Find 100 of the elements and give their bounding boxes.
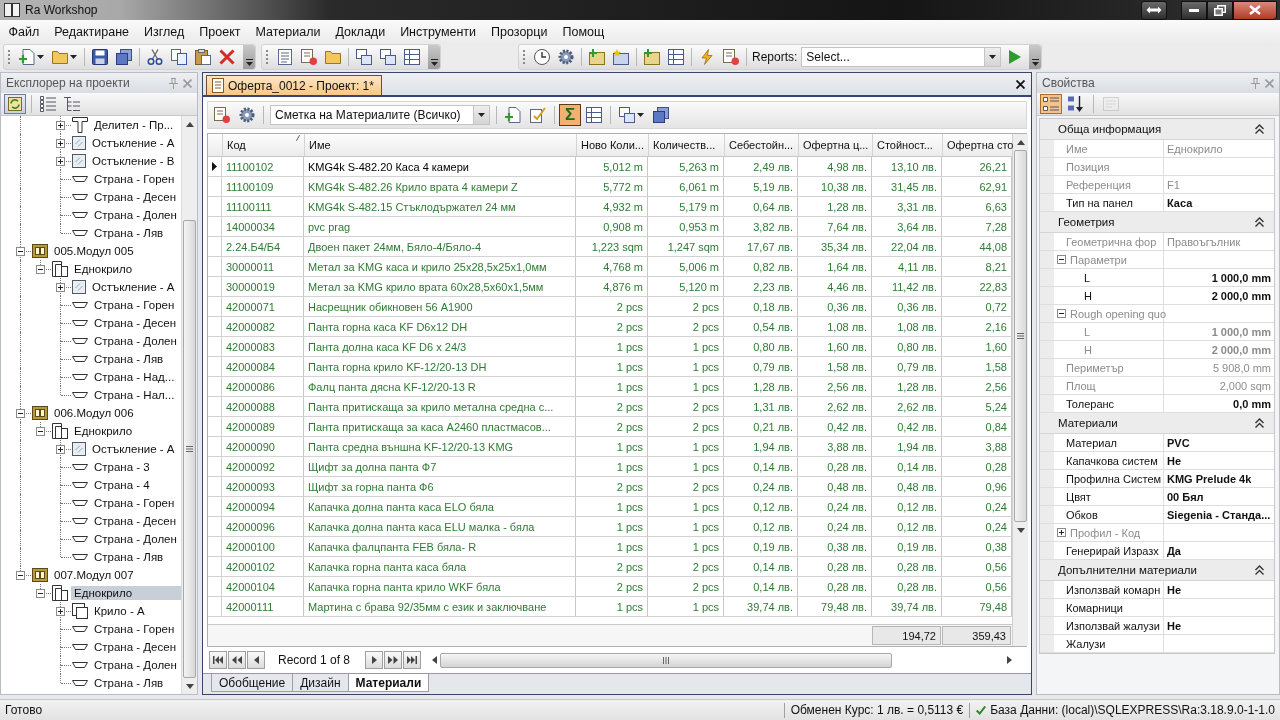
property-value[interactable]: KMG Prelude 4k: [1167, 472, 1252, 485]
collapse-icon[interactable]: [36, 265, 45, 274]
tree-item[interactable]: Страна - Ляв: [91, 550, 167, 564]
menu-item[interactable]: Инструменти: [392, 21, 484, 43]
tree-item[interactable]: Делител - Пр...: [91, 118, 177, 132]
expand-icon[interactable]: [56, 121, 65, 130]
tree-item[interactable]: Еднокрило: [71, 424, 136, 438]
menu-item[interactable]: Материали: [248, 21, 328, 43]
property-value[interactable]: PVC: [1167, 436, 1190, 449]
minimize-button[interactable]: [1181, 0, 1207, 20]
column-header[interactable]: Ново Коли...: [576, 134, 648, 156]
view-tab[interactable]: Материали: [347, 674, 430, 692]
tree-item[interactable]: Страна - Долен: [91, 658, 180, 672]
document-tab[interactable]: Оферта_0012 - Проект: 1*: [206, 75, 382, 95]
toolbar-button[interactable]: [37, 94, 59, 114]
tree-item[interactable]: Страна - 3: [91, 460, 153, 474]
scroll-thumb[interactable]: [1014, 150, 1027, 522]
tree-item[interactable]: Страна - Долен: [91, 532, 180, 546]
expand-icon[interactable]: [56, 445, 65, 454]
last-record-button[interactable]: [403, 651, 422, 669]
double-chevron-up-icon[interactable]: [1255, 217, 1264, 227]
expand-icon[interactable]: [56, 283, 65, 292]
tree-item[interactable]: Остъкление - А: [89, 280, 178, 294]
tree-item[interactable]: Страна - Над...: [91, 370, 178, 384]
category-header[interactable]: Допълнителни материали: [1040, 560, 1274, 581]
tree-item[interactable]: Еднокрило: [71, 586, 181, 600]
expand-icon[interactable]: [1057, 528, 1066, 537]
tree-item[interactable]: Страна - Нал...: [91, 388, 178, 402]
property-value[interactable]: Не: [1167, 454, 1182, 467]
tree-item[interactable]: Страна - Долен: [91, 208, 180, 222]
column-header[interactable]: Код: [222, 134, 304, 156]
dropdown-button[interactable]: [984, 48, 1001, 66]
expand-icon[interactable]: [56, 157, 65, 166]
property-value[interactable]: 2 000,0 mm: [1211, 343, 1271, 356]
tree-item[interactable]: Страна - 4: [91, 478, 153, 492]
double-chevron-up-icon[interactable]: [1255, 418, 1264, 428]
tree-item[interactable]: Остъкление - В: [89, 154, 178, 168]
property-value[interactable]: Не: [1167, 583, 1182, 596]
collapse-icon[interactable]: [1057, 255, 1066, 264]
column-header[interactable]: Количеств...: [648, 134, 724, 156]
column-header[interactable]: Себестойн...: [724, 134, 798, 156]
menu-item[interactable]: Изглед: [136, 21, 192, 43]
menu-item[interactable]: Файл: [1, 21, 47, 43]
vertical-scrollbar[interactable]: [181, 116, 197, 694]
expand-icon[interactable]: [56, 607, 65, 616]
property-value[interactable]: Да: [1167, 544, 1181, 557]
previous-page-button[interactable]: [228, 651, 246, 669]
view-tab[interactable]: Дизайн: [292, 674, 349, 692]
property-value[interactable]: 1 000,0 mm: [1211, 271, 1271, 284]
menu-item[interactable]: Прозорци: [483, 21, 555, 43]
menu-item[interactable]: Доклади: [327, 21, 393, 43]
category-header[interactable]: Геометрия: [1040, 212, 1274, 233]
collapse-icon[interactable]: [16, 409, 25, 418]
property-value[interactable]: Siegenia - Станда...: [1167, 508, 1271, 521]
category-header[interactable]: Обща информация: [1040, 119, 1274, 140]
tree-item[interactable]: 006.Модул 006: [51, 406, 137, 420]
menu-item[interactable]: Помощ: [554, 21, 612, 43]
tree-item[interactable]: Страна - Горен: [91, 622, 178, 636]
tree-item[interactable]: Страна - Десен: [91, 190, 179, 204]
menu-item[interactable]: Проект: [191, 21, 248, 43]
toolbar-button[interactable]: [61, 94, 83, 114]
tree-item[interactable]: Страна - Горен: [91, 172, 178, 186]
collapse-icon[interactable]: [16, 571, 25, 580]
next-record-button[interactable]: [365, 651, 384, 669]
close-button[interactable]: [1233, 0, 1277, 20]
view-tab[interactable]: Обобщение: [211, 674, 294, 692]
tree-item[interactable]: Еднокрило: [71, 262, 136, 276]
tree-item[interactable]: Страна - Долен: [91, 334, 180, 348]
property-value[interactable]: Еднокрило: [1167, 142, 1223, 155]
column-header[interactable]: Стойност...: [872, 134, 942, 156]
category-header[interactable]: Материали: [1040, 413, 1274, 434]
menu-item[interactable]: Редактиране: [46, 21, 137, 43]
property-value[interactable]: 2,000 sqm: [1219, 379, 1271, 392]
double-chevron-up-icon[interactable]: [1255, 124, 1264, 134]
resize-button[interactable]: [1141, 0, 1167, 20]
first-record-button[interactable]: [209, 651, 227, 669]
scroll-thumb[interactable]: [183, 220, 196, 678]
vertical-scrollbar[interactable]: [1012, 134, 1028, 646]
property-value[interactable]: 5 908,0 mm: [1212, 361, 1271, 374]
property-value[interactable]: 2 000,0 mm: [1211, 289, 1271, 302]
tree-item[interactable]: Страна - Ляв: [91, 226, 167, 240]
property-value[interactable]: 0,0 mm: [1233, 397, 1271, 410]
previous-record-button[interactable]: [247, 651, 265, 669]
overflow-button[interactable]: [243, 45, 255, 69]
tree-item[interactable]: Страна - Десен: [91, 640, 179, 654]
overflow-button[interactable]: [428, 45, 440, 69]
column-header[interactable]: Офертна ц...: [798, 134, 872, 156]
tree-item[interactable]: 005.Модул 005: [51, 244, 137, 258]
tree-item[interactable]: Страна - Ляв: [91, 352, 167, 366]
toolbar-button[interactable]: [1040, 94, 1062, 114]
collapse-icon[interactable]: [36, 589, 45, 598]
tree-item[interactable]: Страна - Горен: [91, 298, 178, 312]
double-chevron-up-icon[interactable]: [1255, 565, 1264, 575]
restore-button[interactable]: [1207, 0, 1233, 20]
sum-button[interactable]: Σ: [559, 104, 582, 126]
tree-item[interactable]: 007.Модул 007: [51, 568, 137, 582]
collapse-icon[interactable]: [16, 247, 25, 256]
collapse-icon[interactable]: [36, 427, 45, 436]
view-select[interactable]: Сметка на Материалите (Всичко): [270, 105, 490, 125]
property-value[interactable]: Не: [1167, 619, 1182, 632]
